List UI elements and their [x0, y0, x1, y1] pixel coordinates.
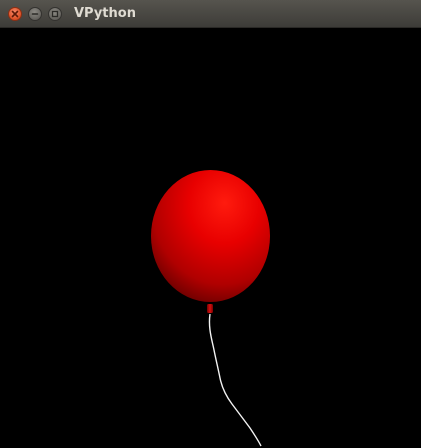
minimize-button[interactable]: [28, 7, 42, 21]
window-title: VPython: [74, 6, 136, 21]
maximize-icon: [51, 10, 59, 18]
close-button[interactable]: [8, 7, 22, 21]
vpython-canvas[interactable]: [0, 28, 421, 448]
maximize-button[interactable]: [48, 7, 62, 21]
close-icon: [11, 10, 19, 18]
balloon: [151, 170, 270, 302]
balloon-knot: [207, 304, 213, 313]
scene-3d: [151, 170, 270, 447]
vpython-window: VPython: [0, 0, 421, 448]
balloon-string: [208, 313, 262, 447]
title-bar[interactable]: VPython: [0, 0, 421, 28]
minimize-icon: [31, 13, 39, 15]
